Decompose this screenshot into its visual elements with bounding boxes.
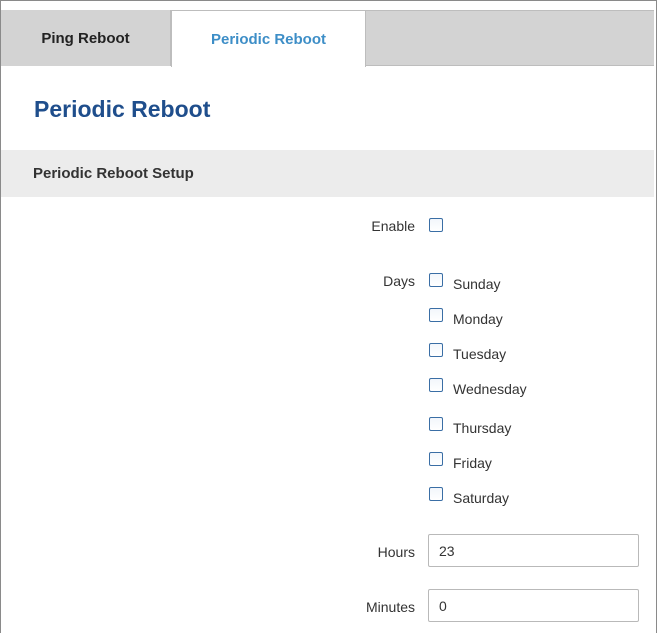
day-monday-checkbox[interactable] (429, 308, 443, 322)
day-tuesday-label: Tuesday (453, 346, 507, 362)
day-friday-checkbox[interactable] (429, 452, 443, 466)
day-wednesday-label: Wednesday (453, 381, 527, 397)
enable-checkbox[interactable] (429, 218, 443, 232)
day-tuesday-checkbox[interactable] (429, 343, 443, 357)
day-thursday-checkbox[interactable] (429, 417, 443, 431)
section-title: Periodic Reboot Setup (33, 165, 194, 182)
hours-label: Hours (377, 544, 415, 560)
day-sunday-checkbox[interactable] (429, 273, 443, 287)
enable-label: Enable (371, 218, 415, 234)
day-saturday-checkbox[interactable] (429, 487, 443, 501)
day-wednesday-checkbox[interactable] (429, 378, 443, 392)
day-saturday-label: Saturday (453, 490, 510, 506)
tab-bar: Ping Reboot Periodic Reboot (1, 10, 654, 67)
minutes-label: Minutes (365, 599, 415, 615)
day-thursday-label: Thursday (453, 420, 512, 436)
section-header: Periodic Reboot Setup (1, 150, 654, 197)
minutes-input[interactable] (428, 589, 639, 622)
tab-periodic-reboot[interactable]: Periodic Reboot (171, 10, 366, 67)
day-friday-label: Friday (453, 455, 492, 471)
day-monday-label: Monday (453, 311, 503, 327)
hours-input[interactable] (428, 534, 639, 567)
day-sunday-label: Sunday (453, 276, 501, 292)
days-label: Days (383, 273, 415, 289)
tab-ping-reboot[interactable]: Ping Reboot (1, 10, 171, 66)
page-title: Periodic Reboot (34, 96, 211, 122)
